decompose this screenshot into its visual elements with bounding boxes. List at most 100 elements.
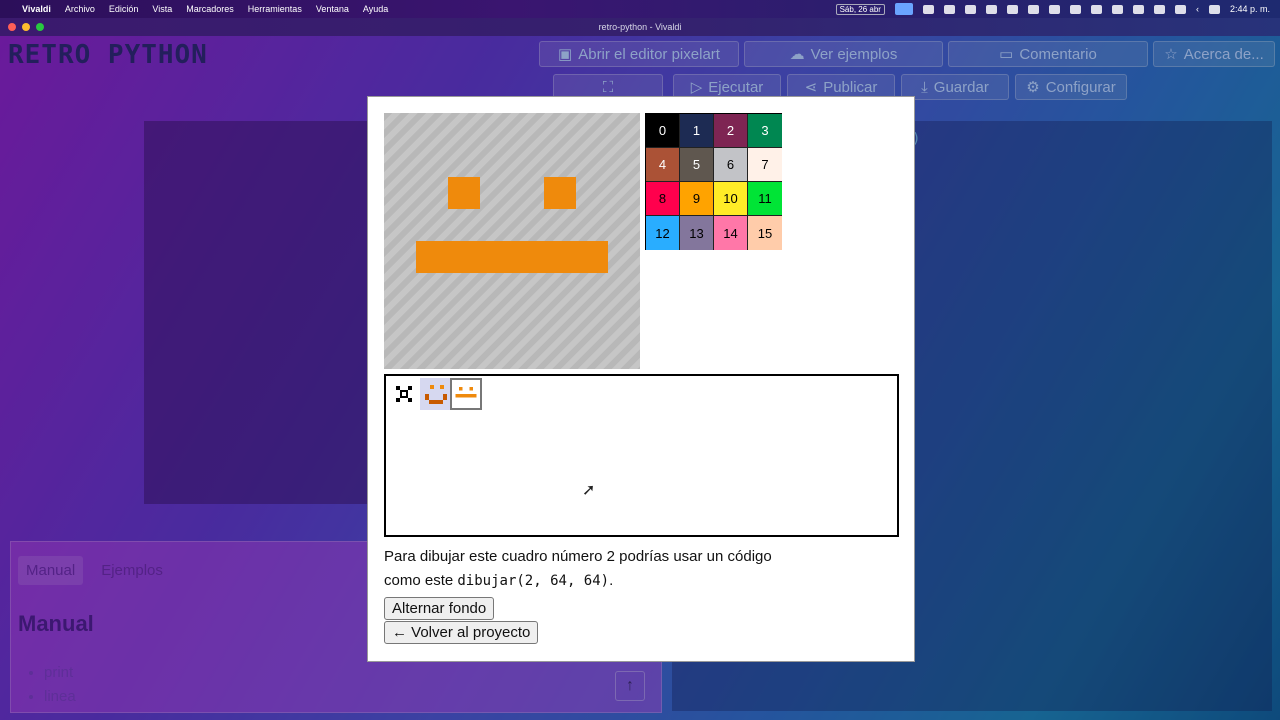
skype-icon[interactable]: [943, 4, 955, 14]
sprite-1-icon: [425, 385, 447, 404]
sprite-list: ➚: [384, 374, 899, 537]
control-center-icon[interactable]: [1208, 4, 1220, 14]
menu-archivo[interactable]: Archivo: [65, 4, 95, 14]
palette-color-11[interactable]: 11: [748, 182, 782, 216]
window-title-bar: retro-python - Vivaldi: [0, 18, 1280, 36]
close-window-button[interactable]: [8, 23, 16, 31]
zoom-window-button[interactable]: [36, 23, 44, 31]
display-icon[interactable]: [1132, 4, 1144, 14]
image-icon: ▣: [558, 46, 573, 63]
palette-color-6[interactable]: 6: [714, 148, 748, 182]
extension-icon[interactable]: [1006, 4, 1018, 14]
arrow-up-icon: ↑: [626, 677, 634, 694]
toggle-background-button[interactable]: Alternar fondo: [384, 597, 495, 620]
feedback-label: Comentario: [1019, 45, 1097, 63]
pixel-mouth: [416, 241, 608, 273]
wifi-icon[interactable]: [922, 4, 934, 14]
expand-icon: ⛶: [602, 78, 614, 96]
menu-status-area: Sáb, 26 abr ‹ 2:44 p. m.: [835, 3, 1270, 15]
palette-color-13[interactable]: 13: [680, 216, 714, 250]
settings-button[interactable]: ⚙ Configurar: [1015, 74, 1127, 100]
menu-ventana[interactable]: Ventana: [316, 4, 349, 14]
run-label: Ejecutar: [708, 78, 764, 96]
chrome-icon[interactable]: [1069, 4, 1081, 14]
palette-color-5[interactable]: 5: [680, 148, 714, 182]
manual-item-print[interactable]: print: [44, 661, 76, 685]
grid-icon[interactable]: [1111, 4, 1123, 14]
palette-color-14[interactable]: 14: [714, 216, 748, 250]
pixel-left-eye: [448, 177, 480, 209]
sprite-drawing-canvas[interactable]: [384, 113, 640, 369]
macos-menu-bar: Vivaldi Archivo Edición Vista Marcadores…: [0, 0, 1280, 18]
palette-color-12[interactable]: 12: [646, 216, 680, 250]
mouse-pointer-icon: ➚: [582, 482, 596, 499]
play-icon: ▷: [690, 79, 703, 96]
sprite-thumb-0[interactable]: [388, 378, 420, 410]
palette-color-3[interactable]: 3: [748, 114, 782, 148]
app-icon[interactable]: [1048, 4, 1060, 14]
window-title: retro-python - Vivaldi: [598, 22, 682, 32]
app-logo: RETRO PYTHON: [8, 40, 208, 70]
pixelart-editor-modal: 0 1 2 3 4 5 6 7 8 9 10 11 12 13 14 15 ➚ Par: [367, 96, 915, 662]
about-button[interactable]: ☆ Acerca de...: [1153, 41, 1275, 67]
manual-item-linea[interactable]: linea: [44, 685, 76, 709]
game-canvas[interactable]: [144, 121, 374, 504]
minimize-window-button[interactable]: [22, 23, 30, 31]
menu-date[interactable]: Sáb, 26 abr: [835, 3, 885, 15]
view-examples-label: Ver ejemplos: [810, 45, 898, 63]
palette-color-8[interactable]: 8: [646, 182, 680, 216]
sprite-0-icon: [396, 386, 412, 402]
save-button[interactable]: ⤓ Guardar: [901, 74, 1009, 100]
palette-color-10[interactable]: 10: [714, 182, 748, 216]
pixel-right-eye: [544, 177, 576, 209]
star-icon: ☆: [1164, 46, 1178, 63]
open-pixelart-editor-label: Abrir el editor pixelart: [578, 45, 720, 63]
palette-color-2[interactable]: 2: [714, 114, 748, 148]
view-examples-button[interactable]: ☁ Ver ejemplos: [744, 41, 943, 67]
manual-title: Manual: [18, 611, 94, 636]
download-icon: ⤓: [921, 78, 928, 96]
cloud-icon: ☁: [789, 46, 805, 63]
mail-icon[interactable]: [1027, 4, 1039, 14]
docs-tabs: Manual Ejemplos: [18, 556, 171, 585]
scroll-top-button[interactable]: ↑: [615, 671, 645, 701]
feedback-button[interactable]: ▭ Comentario: [948, 41, 1148, 67]
palette-color-7[interactable]: 7: [748, 148, 782, 182]
menu-edicion[interactable]: Edición: [109, 4, 139, 14]
screen-record-icon[interactable]: [964, 4, 976, 14]
publish-label: Publicar: [823, 78, 878, 96]
palette-color-1[interactable]: 1: [680, 114, 714, 148]
tab-manual[interactable]: Manual: [18, 556, 84, 585]
sprite-thumb-2[interactable]: [450, 378, 482, 410]
menu-ayuda[interactable]: Ayuda: [363, 4, 388, 14]
sprite-thumb-1[interactable]: [420, 378, 452, 410]
sprite-description: Para dibujar este cuadro número 2 podría…: [384, 545, 784, 593]
lightning-icon[interactable]: [1090, 4, 1102, 14]
manual-list: print linea: [44, 661, 76, 709]
settings-label: Configurar: [1045, 78, 1116, 96]
screen-mirroring-icon[interactable]: [894, 3, 913, 15]
gear-icon: ⚙: [1026, 79, 1040, 96]
palette-color-15[interactable]: 15: [748, 216, 782, 250]
menu-time[interactable]: 2:44 p. m.: [1230, 4, 1270, 14]
open-pixelart-editor-button[interactable]: ▣ Abrir el editor pixelart: [539, 41, 739, 67]
window-controls: [8, 23, 44, 31]
palette-color-9[interactable]: 9: [680, 182, 714, 216]
palette-color-0[interactable]: 0: [646, 114, 680, 148]
about-label: Acerca de...: [1183, 45, 1264, 63]
menu-vista[interactable]: Vista: [152, 4, 172, 14]
back-to-project-button[interactable]: ← Volver al proyecto: [384, 621, 539, 644]
palette-color-4[interactable]: 4: [646, 148, 680, 182]
chevron-left-icon[interactable]: ‹: [1196, 4, 1199, 14]
menu-app-name[interactable]: Vivaldi: [22, 4, 51, 14]
menu-herramientas[interactable]: Herramientas: [248, 4, 302, 14]
description-code: dibujar(2, 64, 64): [457, 573, 610, 589]
save-label: Guardar: [933, 78, 989, 96]
volume-icon[interactable]: [1174, 4, 1186, 14]
dropbox-icon[interactable]: [985, 4, 997, 14]
globe-icon[interactable]: [1153, 4, 1165, 14]
tab-examples[interactable]: Ejemplos: [93, 556, 171, 585]
share-icon: ⋖: [804, 79, 818, 96]
menu-marcadores[interactable]: Marcadores: [186, 4, 234, 14]
description-suffix: .: [609, 572, 614, 589]
